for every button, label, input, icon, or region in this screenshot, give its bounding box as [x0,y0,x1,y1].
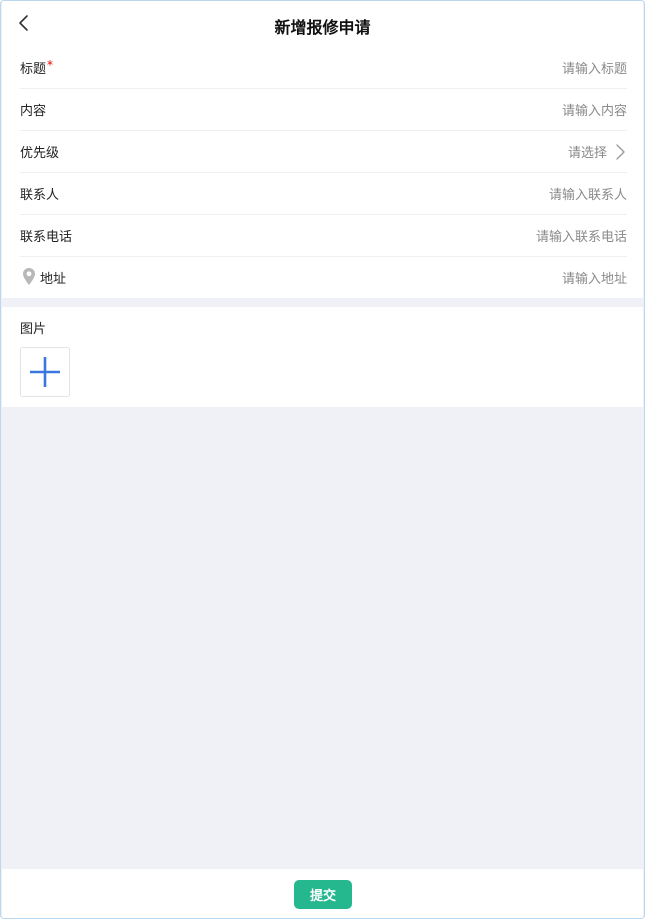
footer-bar: 提交 [2,869,643,918]
address-input[interactable]: 请输入地址 [562,268,627,287]
title-input[interactable]: 请输入标题 [562,58,627,77]
header-bar: 新增报修申请 [2,1,643,47]
priority-row[interactable]: 优先级 请选择 [20,131,627,173]
priority-label: 优先级 [20,146,60,161]
repair-form: 标题* 请输入标题 内容 请输入内容 优先级 请选择 联系人 请输入联系人 联系… [2,47,643,298]
phone-label: 联系电话 [20,230,73,245]
title-label-text: 标题 [20,62,47,77]
plus-icon [30,357,60,387]
priority-select[interactable]: 请选择 [568,142,607,161]
image-section: 图片 [2,307,643,407]
title-row[interactable]: 标题* 请输入标题 [20,47,627,89]
content-row[interactable]: 内容 请输入内容 [20,89,627,131]
image-label: 图片 [20,322,47,337]
chevron-right-icon[interactable] [615,143,627,161]
required-mark: * [47,58,54,72]
phone-row[interactable]: 联系电话 请输入联系电话 [20,215,627,257]
address-row[interactable]: 地址 请输入地址 [20,257,627,298]
submit-button[interactable]: 提交 [294,880,352,909]
contact-row[interactable]: 联系人 请输入联系人 [20,173,627,215]
content-input[interactable]: 请输入内容 [562,100,627,119]
title-label: 标题* [20,58,53,77]
page-title: 新增报修申请 [274,18,371,37]
contact-input[interactable]: 请输入联系人 [549,184,627,203]
app-frame: 新增报修申请 标题* 请输入标题 内容 请输入内容 优先级 请选择 联系人 请输… [0,0,645,919]
phone-input[interactable]: 请输入联系电话 [536,226,627,245]
location-pin-icon [23,268,35,285]
add-image-button[interactable] [20,347,70,397]
contact-label: 联系人 [20,188,60,203]
address-label: 地址 [40,272,67,287]
content-label: 内容 [20,104,47,119]
